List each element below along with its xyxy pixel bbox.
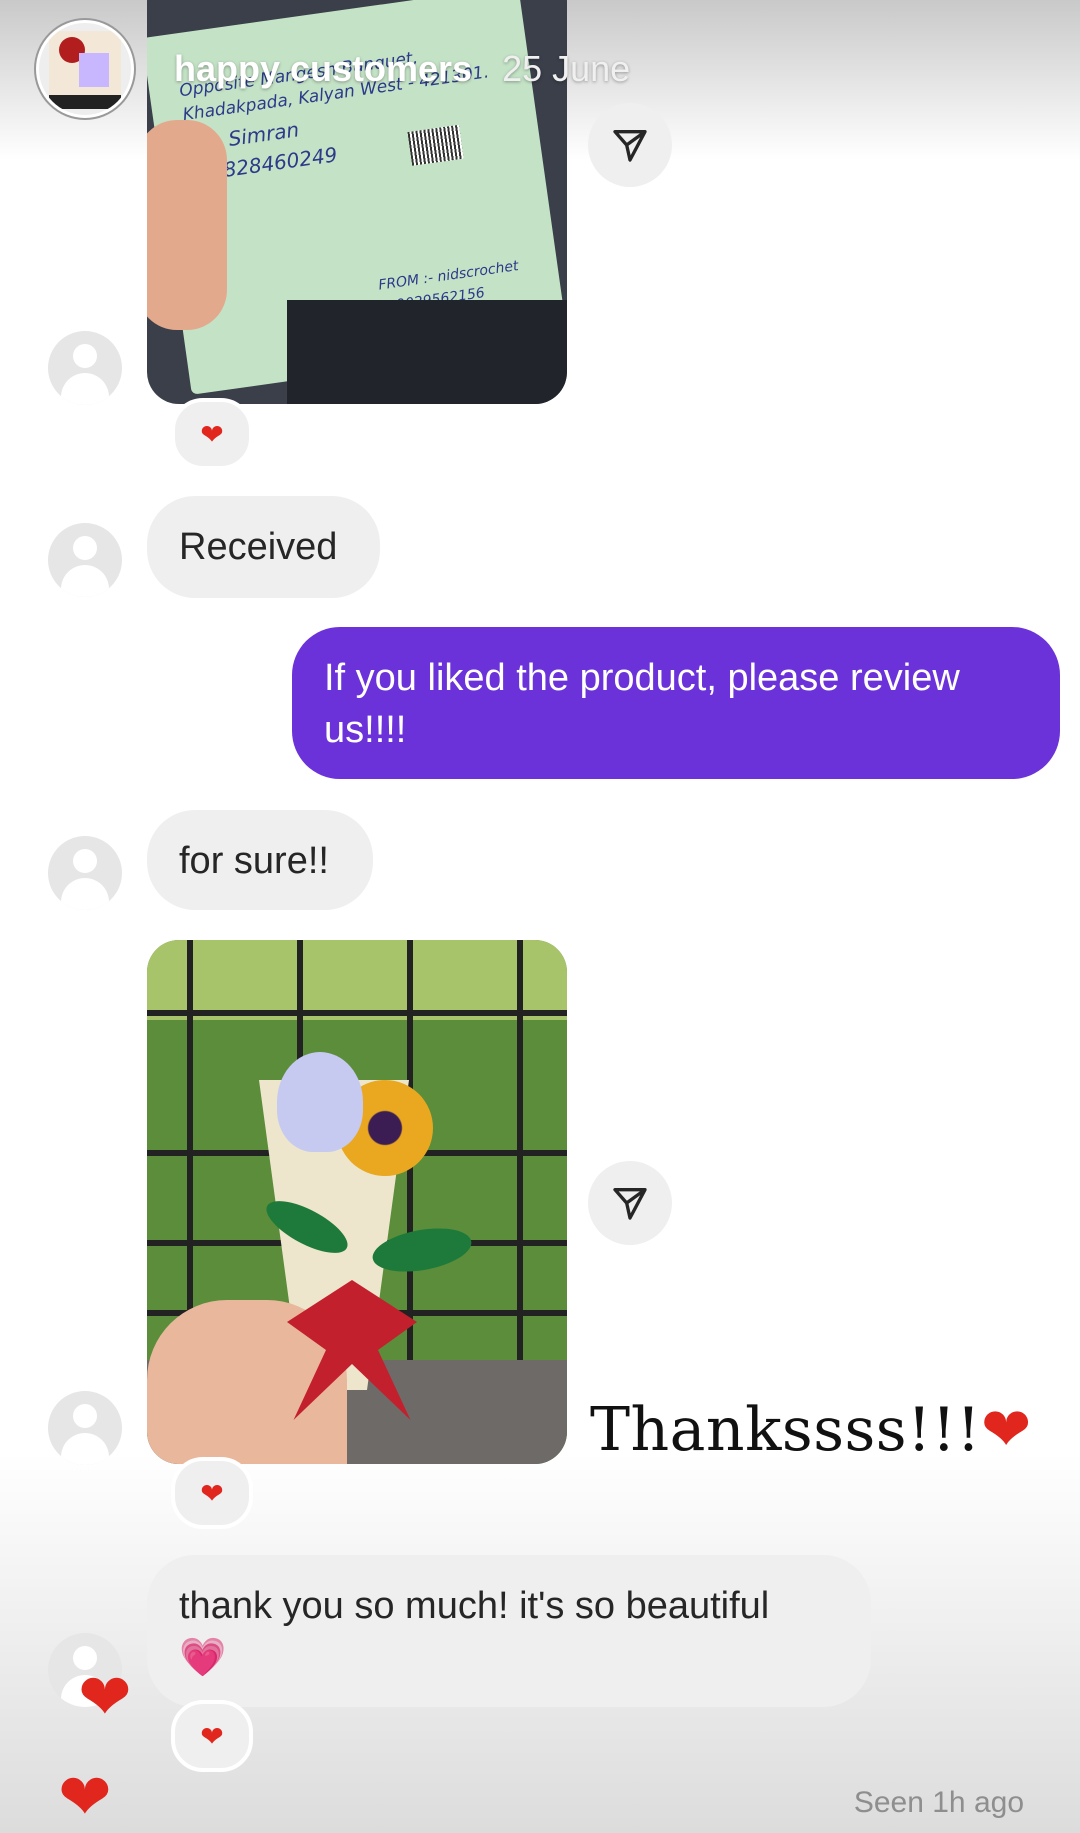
story-username[interactable]: happy customers [174,48,472,90]
sender-avatar[interactable] [48,1391,122,1465]
story-header: happy customers 25 June [36,20,630,118]
floating-heart-icon: ❤ [58,1761,112,1833]
share-button[interactable] [588,1161,672,1245]
sender-avatar[interactable] [48,523,122,597]
message-received[interactable]: Received [147,496,380,598]
message-review-request[interactable]: If you liked the product, please review … [292,627,1060,779]
seen-status: Seen 1h ago [853,1786,1024,1819]
story-date: 25 June [502,48,631,89]
heart-reaction[interactable]: ❤ [171,1457,253,1529]
floating-heart-icon: ❤ [78,1661,132,1733]
hand-image [147,120,227,330]
message-thank-you-text: thank you so much! it's so beautiful [179,1585,770,1627]
sender-avatar[interactable] [48,836,122,910]
barcode-sticker [407,124,464,166]
message-for-sure[interactable]: for sure!! [147,810,373,910]
sender-avatar[interactable] [48,331,122,405]
tulip-image [277,1052,363,1152]
envelope-from-line: FROM :- nidscrochet [377,258,520,294]
flower-photo-message[interactable] [147,940,567,1464]
send-icon [613,130,647,162]
pink-heart-icon: 💗 [179,1637,227,1679]
story-caption: Thankssss!!!❤ [590,1395,1032,1465]
send-icon [613,1188,647,1220]
thanks-text: Thankssss!!! [590,1395,981,1465]
heart-reaction[interactable]: ❤ [171,1700,253,1772]
heart-reaction[interactable]: ❤ [171,398,253,470]
heart-icon: ❤ [980,1395,1032,1465]
story-thumbnail[interactable] [36,20,134,118]
message-thank-you[interactable]: thank you so much! it's so beautiful 💗 [147,1555,871,1707]
cloth-image [287,300,567,404]
